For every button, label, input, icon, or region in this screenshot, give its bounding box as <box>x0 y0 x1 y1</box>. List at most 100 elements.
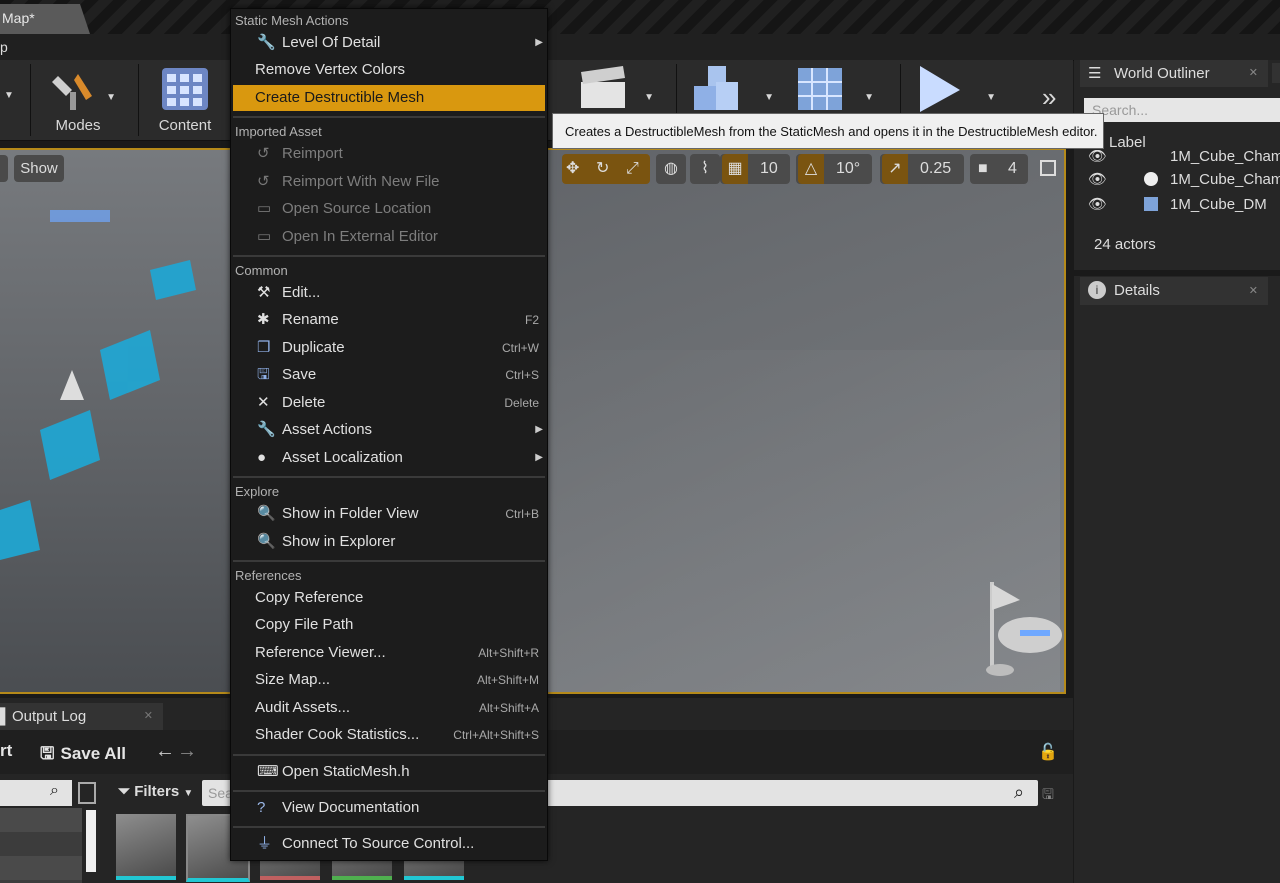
view-options-icon[interactable] <box>78 782 96 804</box>
build-dropdown-icon: ▼ <box>764 92 774 103</box>
scale-snap-icon: ↗ <box>882 154 908 184</box>
visibility-eye-icon[interactable]: 👁 <box>1088 150 1107 166</box>
outliner-row[interactable]: 👁 1M_Cube_DM <box>1080 192 1280 218</box>
folder-search-input[interactable] <box>0 780 72 806</box>
outliner-row[interactable]: 👁 1M_Cube_Cham <box>1080 167 1280 193</box>
menu-open-source-location[interactable]: ▭ Open Source Location <box>233 196 545 222</box>
close-tab-icon[interactable]: ✕ <box>1249 60 1258 87</box>
save-all-button[interactable]: 🖫 Save All <box>40 741 126 770</box>
menu-reimport-with-new-file[interactable]: ↺ Reimport With New File <box>233 169 545 195</box>
submenu-arrow-icon: ▶ <box>535 37 543 48</box>
outliner-row[interactable]: 👁 1M_Cube_Cham <box>1080 150 1280 166</box>
section-explore: Explore <box>235 484 280 499</box>
menu-label: Size Map... <box>255 671 331 688</box>
show-button[interactable]: Show <box>14 155 64 182</box>
viewport-options-button[interactable] <box>0 155 8 182</box>
toolbar-dropdown[interactable]: ▼ <box>0 60 22 140</box>
import-button[interactable]: rt <box>0 741 12 761</box>
close-tab-icon[interactable]: ✕ <box>1249 277 1258 305</box>
rotation-snap-control[interactable]: △ 10° <box>796 154 872 184</box>
actor-name: 1M_Cube_Cham <box>1170 150 1280 165</box>
lock-icon[interactable]: 🔓 <box>1038 742 1058 762</box>
menu-label: Duplicate <box>282 339 345 356</box>
filters-button[interactable]: ⏷ Filters ▼ <box>118 783 193 800</box>
help-icon: ? <box>257 799 266 816</box>
magnifier-icon: 🔍 <box>257 533 276 550</box>
folder-tree[interactable] <box>0 808 82 883</box>
menu-label: Asset Localization <box>282 449 403 466</box>
output-log-tab[interactable]: ▌ Output Log ✕ <box>0 703 163 730</box>
scrollbar[interactable] <box>86 810 96 872</box>
menu-fragment[interactable]: p <box>0 39 8 55</box>
info-icon: i <box>1088 281 1106 299</box>
details-tab[interactable]: i Details ✕ <box>1080 277 1268 305</box>
submenu-arrow-icon: ▶ <box>535 452 543 463</box>
modes-dropdown-icon: ▼ <box>106 92 116 103</box>
translate-icon: ✥ <box>566 160 580 177</box>
angle-icon: △ <box>798 154 824 184</box>
menu-label: View Documentation <box>282 799 420 816</box>
scale-snap-control[interactable]: ↗ 0.25 <box>880 154 964 184</box>
level-tab[interactable]: Map* <box>0 4 90 34</box>
menu-show-in-explorer[interactable]: 🔍 Show in Explorer <box>233 529 545 555</box>
history-forward-icon[interactable]: → <box>177 740 197 763</box>
menu-reference-viewer[interactable]: Reference Viewer... Alt+Shift+R <box>233 640 545 666</box>
content-button[interactable]: Content <box>150 60 220 140</box>
visibility-eye-icon[interactable]: 👁 <box>1088 167 1107 193</box>
save-search-icon[interactable]: 🖫 <box>1042 784 1054 808</box>
world-local-toggle[interactable]: ◍ <box>656 154 686 184</box>
menu-open-staticmesh-h[interactable]: ⌨ Open StaticMesh.h <box>233 759 545 785</box>
menu-asset-actions[interactable]: 🔧 Asset Actions ▶ <box>233 417 545 443</box>
menu-open-external-editor[interactable]: ▭ Open In External Editor <box>233 224 545 250</box>
menu-show-in-folder-view[interactable]: 🔍 Show in Folder View Ctrl+B <box>233 501 545 527</box>
destructible-mesh-icon <box>1144 197 1158 211</box>
menu-label: Open Source Location <box>282 200 432 217</box>
outliner-search-input[interactable]: Search... <box>1084 98 1280 122</box>
wrench-icon: 🔧 <box>257 34 276 51</box>
menu-rename[interactable]: ✱ Rename F2 <box>233 307 545 333</box>
menu-copy-reference[interactable]: Copy Reference <box>233 585 545 611</box>
menu-delete[interactable]: ✕ Delete Delete <box>233 390 545 416</box>
menu-label: Rename <box>282 311 339 328</box>
menu-remove-vertex-colors[interactable]: Remove Vertex Colors <box>233 57 545 83</box>
shortcut: Ctrl+B <box>505 507 539 521</box>
menu-duplicate[interactable]: ❐ Duplicate Ctrl+W <box>233 335 545 361</box>
visibility-eye-icon[interactable]: 👁 <box>1088 192 1107 218</box>
asset-thumbnail[interactable] <box>116 814 176 880</box>
menu-view-documentation[interactable]: ? View Documentation <box>233 795 545 821</box>
surface-snap-toggle[interactable]: ⌇ <box>690 154 720 184</box>
play-dropdown-icon: ▼ <box>986 92 996 103</box>
menu-separator <box>233 790 545 792</box>
close-tab-icon[interactable]: ✕ <box>144 703 153 730</box>
transform-tools[interactable]: ✥ ↻ ⤢ <box>562 154 650 184</box>
menu-separator <box>233 826 545 828</box>
title-bar <box>0 0 1280 34</box>
history-back-icon[interactable]: ← <box>155 740 175 763</box>
menu-copy-file-path[interactable]: Copy File Path <box>233 612 545 638</box>
modes-button[interactable]: ▼ Modes <box>38 60 118 140</box>
maximize-viewport-icon[interactable] <box>1040 160 1056 176</box>
menu-level-of-detail[interactable]: 🔧 Level Of Detail ▶ <box>233 30 545 56</box>
menu-reimport[interactable]: ↺ Reimport <box>233 141 545 167</box>
menu-edit[interactable]: ⚒ Edit... <box>233 280 545 306</box>
menu-save[interactable]: 🖫 Save Ctrl+S <box>233 362 545 388</box>
menu-shader-cook-statistics[interactable]: Shader Cook Statistics... Ctrl+Alt+Shift+… <box>233 722 545 748</box>
details-title: Details <box>1114 282 1160 299</box>
submenu-arrow-icon: ▶ <box>535 424 543 435</box>
world-outliner-tab[interactable]: ☰ World Outliner ✕ <box>1080 60 1268 87</box>
menu-create-destructible-mesh[interactable]: Create Destructible Mesh <box>233 85 545 111</box>
save-all-label: Save All <box>60 744 127 763</box>
source-code-icon: ⌨ <box>257 763 279 780</box>
menu-asset-localization[interactable]: ● Asset Localization ▶ <box>233 445 545 471</box>
grid-snap-control[interactable]: ▦ 10 <box>720 154 790 184</box>
external-editor-icon: ▭ <box>257 228 272 245</box>
outliner-icon: ☰ <box>1088 65 1102 82</box>
menu-connect-source-control[interactable]: ⏚ Connect To Source Control... <box>233 831 545 857</box>
cinematics-dropdown-icon: ▼ <box>644 92 654 103</box>
menu-audit-assets[interactable]: Audit Assets... Alt+Shift+A <box>233 695 545 721</box>
camera-speed-control[interactable]: ■ 4 <box>970 154 1028 184</box>
rotation-value: 10° <box>836 160 861 177</box>
menu-size-map[interactable]: Size Map... Alt+Shift+M <box>233 667 545 693</box>
viewport-text-decal <box>0 210 196 560</box>
menu-label: Delete <box>282 394 326 411</box>
